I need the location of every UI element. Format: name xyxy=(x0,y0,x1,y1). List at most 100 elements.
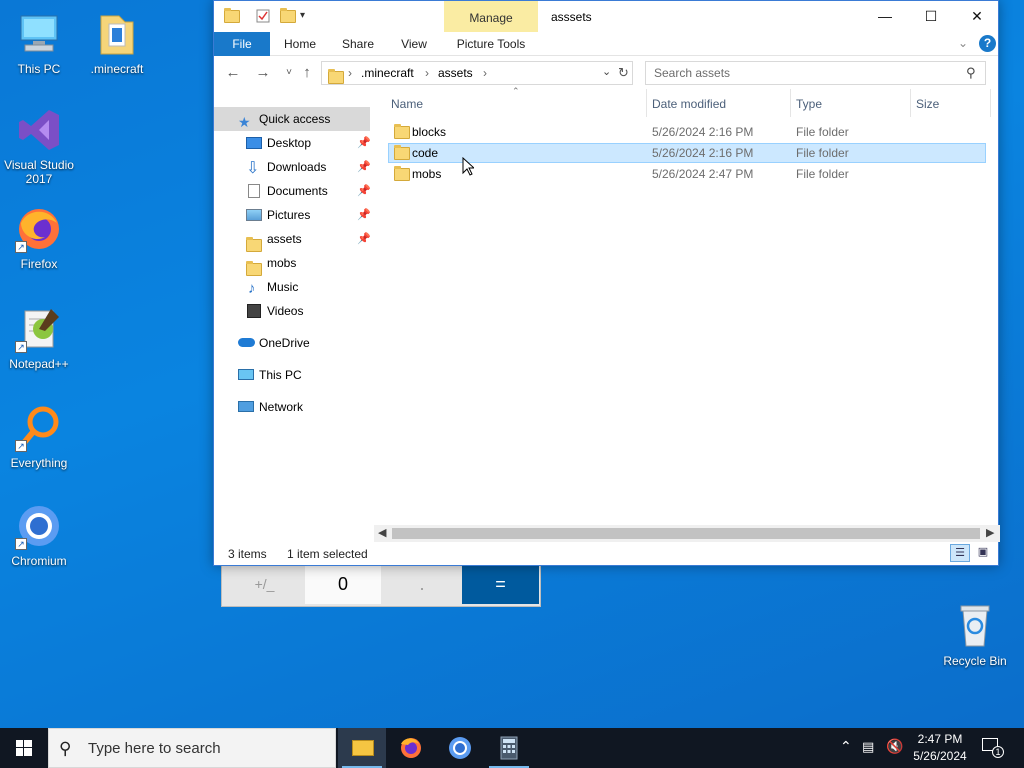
taskbar-chromium[interactable] xyxy=(436,728,484,768)
file-row-code[interactable]: code 5/26/2024 2:16 PM File folder xyxy=(388,143,986,163)
navigation-bar: ← → ˅ ↑ › .minecraft › assets › ⌄ ↻ Sear… xyxy=(214,57,998,89)
large-icons-view-icon[interactable]: ▣ xyxy=(974,544,992,562)
file-type: File folder xyxy=(796,146,849,160)
nav-mobs[interactable]: mobs xyxy=(214,251,370,277)
window-title: asssets xyxy=(551,10,592,24)
desktop-icon-label: Notepad++ xyxy=(9,357,69,371)
desktop-icon-this-pc[interactable]: This PC xyxy=(0,10,79,76)
minimize-button[interactable]: — xyxy=(862,1,908,32)
ribbon-tabs: File Home Share View Picture Tools ⌄ ? xyxy=(214,32,998,56)
pin-icon[interactable]: 📌 xyxy=(357,179,371,203)
breadcrumb-minecraft[interactable]: .minecraft xyxy=(361,66,414,80)
back-arrow-icon[interactable]: ← xyxy=(222,63,244,83)
column-divider[interactable] xyxy=(990,89,991,117)
tab-view[interactable]: View xyxy=(390,32,438,56)
search-input[interactable]: Search assets xyxy=(645,61,986,85)
title-bar: ▾ Manage asssets — ☐ ✕ xyxy=(214,1,998,32)
address-dropdown-icon[interactable]: ⌄ xyxy=(602,65,611,78)
nav-label: This PC xyxy=(259,368,302,382)
column-divider[interactable] xyxy=(790,89,791,117)
file-row-blocks[interactable]: blocks 5/26/2024 2:16 PM File folder xyxy=(388,122,986,142)
network-status-icon[interactable]: ▤ xyxy=(862,739,874,755)
taskbar-search-box[interactable]: ⚲ Type here to search xyxy=(48,728,336,768)
desktop-icon-minecraft-folder[interactable]: .minecraft xyxy=(77,10,157,76)
nav-label: Downloads xyxy=(267,160,327,174)
desktop-icon-notepad-plus-plus[interactable]: ↗ Notepad++ xyxy=(0,305,79,371)
file-explorer-icon xyxy=(352,740,374,756)
notification-center-icon[interactable]: 1 xyxy=(982,738,1004,758)
address-bar[interactable]: › .minecraft › assets › ⌄ ↻ xyxy=(321,61,633,85)
scroll-right-icon[interactable]: ▶ xyxy=(986,526,994,539)
column-header-type[interactable]: Type xyxy=(796,97,822,111)
item-count: 3 items xyxy=(228,547,267,561)
column-divider[interactable] xyxy=(646,89,647,117)
folder-icon xyxy=(93,10,141,58)
nav-pictures[interactable]: Pictures 📌 xyxy=(214,203,371,227)
tab-manage[interactable]: Manage xyxy=(444,1,538,32)
help-icon[interactable]: ? xyxy=(979,35,996,52)
nav-onedrive[interactable]: OneDrive xyxy=(214,331,370,355)
nav-label: Network xyxy=(259,400,304,414)
scrollbar-thumb[interactable] xyxy=(392,528,980,539)
desktop-icon-everything[interactable]: ↗ Everything xyxy=(0,404,79,470)
file-name: blocks xyxy=(412,125,447,139)
pin-icon[interactable]: 📌 xyxy=(357,227,371,251)
up-arrow-icon[interactable]: ↑ xyxy=(296,63,318,83)
taskbar-calculator[interactable] xyxy=(485,728,533,768)
nav-quick-access[interactable]: ★ Quick access xyxy=(214,107,370,131)
desktop-icon-chromium[interactable]: ↗ Chromium xyxy=(0,502,79,568)
desktop-icon-label: Chromium xyxy=(11,554,67,568)
nav-desktop[interactable]: Desktop 📌 xyxy=(214,131,371,155)
scroll-left-icon[interactable]: ◀ xyxy=(378,526,386,539)
nav-downloads[interactable]: ⇩ Downloads 📌 xyxy=(214,155,371,179)
column-header-date-modified[interactable]: Date modified xyxy=(652,97,726,111)
taskbar-search-placeholder: Type here to search xyxy=(88,740,221,757)
pin-icon[interactable]: 📌 xyxy=(357,203,371,227)
desktop-icon-firefox[interactable]: ↗ Firefox xyxy=(0,205,79,271)
show-hidden-icons-icon[interactable]: ⌃ xyxy=(840,738,852,755)
nav-videos[interactable]: Videos xyxy=(214,299,370,323)
pin-icon[interactable]: 📌 xyxy=(357,155,371,179)
nav-music[interactable]: ♪ Music xyxy=(214,275,370,299)
file-date: 5/26/2024 2:16 PM xyxy=(652,146,754,160)
calc-key-decimal[interactable]: . xyxy=(383,565,461,604)
tab-picture-tools[interactable]: Picture Tools xyxy=(446,32,536,56)
taskbar-firefox[interactable] xyxy=(387,728,435,768)
refresh-icon[interactable]: ↻ xyxy=(618,65,629,81)
breadcrumb-assets[interactable]: assets xyxy=(438,66,473,80)
tab-file[interactable]: File xyxy=(214,32,270,56)
calc-key-negate[interactable]: +/_ xyxy=(225,565,304,604)
pin-icon[interactable]: 📌 xyxy=(357,131,371,155)
file-date: 5/26/2024 2:47 PM xyxy=(652,167,754,181)
start-button[interactable] xyxy=(0,728,48,768)
tab-share[interactable]: Share xyxy=(334,32,382,56)
tab-home[interactable]: Home xyxy=(276,32,324,56)
expand-ribbon-icon[interactable]: ⌄ xyxy=(958,36,968,50)
desktop-icon-visual-studio[interactable]: Visual Studio 2017 xyxy=(0,106,79,186)
nav-documents[interactable]: Documents 📌 xyxy=(214,179,371,203)
maximize-button[interactable]: ☐ xyxy=(908,1,954,32)
new-folder-icon[interactable] xyxy=(280,8,296,24)
file-row-mobs[interactable]: mobs 5/26/2024 2:47 PM File folder xyxy=(388,164,986,184)
close-button[interactable]: ✕ xyxy=(954,1,1000,32)
properties-icon[interactable] xyxy=(256,9,270,23)
forward-arrow-icon[interactable]: → xyxy=(252,63,274,83)
column-header-name[interactable]: Name xyxy=(391,97,423,111)
clock[interactable]: 2:47 PM 5/26/2024 xyxy=(910,731,970,765)
calc-key-equals[interactable]: = xyxy=(462,565,539,604)
clock-time: 2:47 PM xyxy=(917,732,963,746)
nav-network[interactable]: Network xyxy=(214,395,370,419)
calc-key-zero[interactable]: 0 xyxy=(305,565,381,604)
customize-quick-access-icon[interactable]: ▾ xyxy=(300,10,314,24)
details-view-icon[interactable]: ☰ xyxy=(950,544,970,562)
column-divider[interactable] xyxy=(910,89,911,117)
firefox-icon: ↗ xyxy=(15,205,63,253)
nav-assets[interactable]: assets 📌 xyxy=(214,227,371,253)
nav-this-pc[interactable]: This PC xyxy=(214,363,370,387)
desktop-icon xyxy=(246,137,262,149)
column-header-size[interactable]: Size xyxy=(916,97,939,111)
horizontal-scrollbar[interactable]: ◀ ▶ xyxy=(374,525,1000,542)
taskbar-file-explorer[interactable] xyxy=(338,728,386,768)
desktop-icon-recycle-bin[interactable]: Recycle Bin xyxy=(935,602,1015,668)
volume-muted-icon[interactable]: 🔇 xyxy=(886,738,903,755)
